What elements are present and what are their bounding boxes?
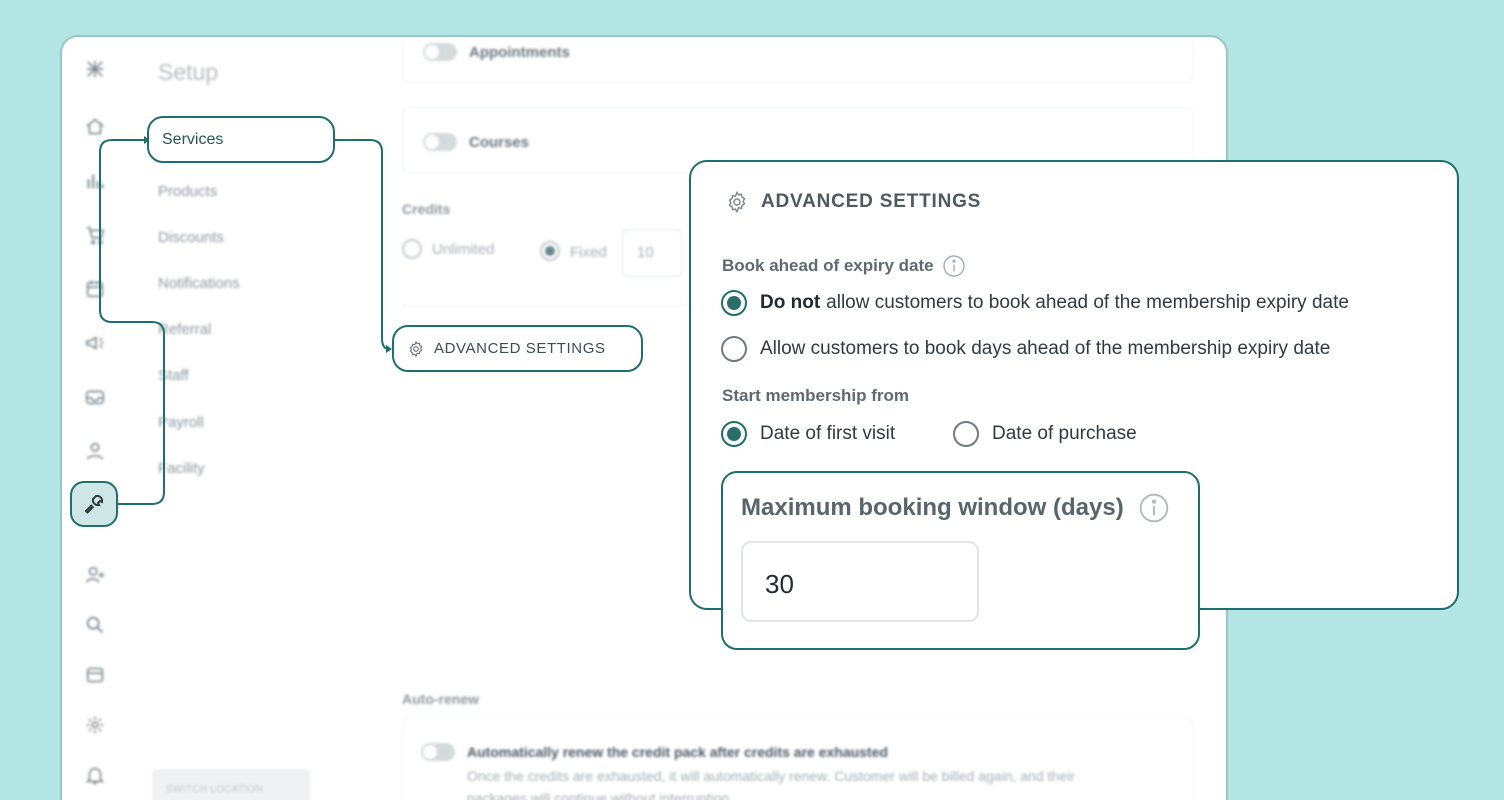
purchase-date-option[interactable]: Date of purchase	[953, 421, 1137, 447]
gear-icon	[409, 340, 423, 357]
advanced-settings-header: ADVANCED SETTINGS	[725, 190, 981, 214]
do-not-book-ahead-option[interactable]: Do not allow customers to book ahead of t…	[721, 290, 1349, 316]
purchase-date-radio[interactable]	[953, 421, 979, 447]
first-visit-radio[interactable]	[721, 421, 747, 447]
booking-window-text: Maximum booking window (days)	[741, 494, 1124, 521]
start-membership-label: Start membership from	[722, 386, 910, 405]
gear-icon	[728, 190, 746, 214]
do-not-bold: Do not	[760, 292, 821, 313]
advanced-settings-label: ADVANCED SETTINGS	[434, 340, 606, 357]
first-visit-text: Date of first visit	[760, 423, 896, 444]
do-not-rest: allow customers to book ahead of the mem…	[826, 292, 1349, 313]
allow-book-ahead-option[interactable]: Allow customers to book days ahead of th…	[721, 336, 1330, 362]
wrench-button[interactable]	[70, 481, 118, 527]
booking-window-panel: Maximum booking window (days) 30	[721, 471, 1200, 650]
allow-book-ahead-text: Allow customers to book days ahead of th…	[760, 338, 1331, 359]
advanced-settings-title: ADVANCED SETTINGS	[761, 191, 982, 212]
services-pill[interactable]: Services	[147, 116, 335, 163]
advanced-settings-button[interactable]: ADVANCED SETTINGS	[392, 325, 643, 372]
book-ahead-label: Book ahead of expiry date	[722, 254, 966, 278]
booking-window-label: Maximum booking window (days)	[741, 492, 1170, 524]
first-visit-option[interactable]: Date of first visit	[721, 421, 895, 447]
book-ahead-text: Book ahead of expiry date	[722, 256, 934, 275]
booking-window-input[interactable]: 30	[741, 541, 979, 622]
wrench-icon	[84, 494, 104, 514]
purchase-date-text: Date of purchase	[992, 423, 1137, 444]
do-not-book-ahead-radio[interactable]	[721, 290, 747, 316]
info-icon[interactable]	[942, 254, 966, 278]
do-not-book-ahead-text: Do not allow customers to book ahead of t…	[760, 292, 1349, 314]
allow-book-ahead-radio[interactable]	[721, 336, 747, 362]
info-icon[interactable]	[1138, 492, 1170, 524]
